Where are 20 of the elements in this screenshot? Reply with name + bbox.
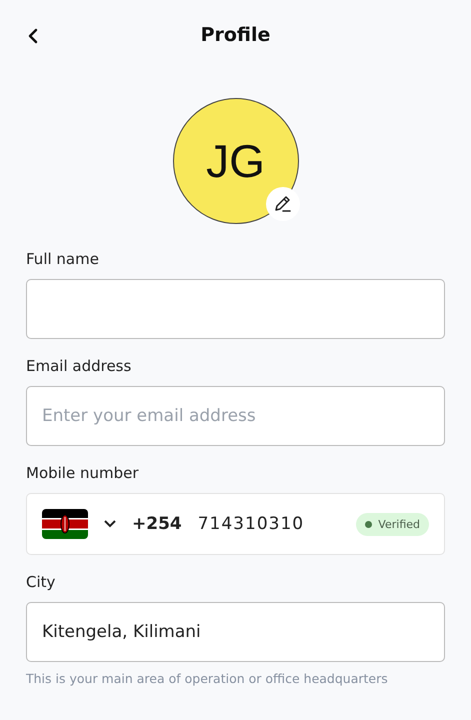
verified-badge: Verified (356, 512, 429, 536)
phone-field[interactable]: +254 714310310 Verified (26, 493, 445, 555)
field-label: City (26, 573, 56, 591)
phone-input[interactable]: 714310310 (196, 513, 330, 535)
input-field[interactable]: Kitengela, Kilimani (26, 602, 445, 662)
pencil-icon (272, 194, 292, 214)
flag-icon (42, 509, 88, 539)
input-field[interactable] (26, 279, 445, 339)
chevron-down-icon[interactable] (104, 520, 116, 528)
back-icon (28, 28, 38, 44)
helper-text: This is your main area of operation or office headquarters (26, 671, 389, 686)
back-button[interactable] (26, 26, 40, 46)
edit-avatar-button[interactable] (266, 187, 300, 221)
input-field[interactable]: Enter your email address (26, 386, 445, 446)
field-label: Mobile number (26, 464, 140, 482)
page-title: Profile (200, 24, 270, 46)
avatar-initials: JG (206, 134, 265, 188)
field-label: Full name (26, 250, 100, 268)
field-label: Email address (26, 357, 132, 375)
dial-code: +254 (132, 514, 182, 534)
